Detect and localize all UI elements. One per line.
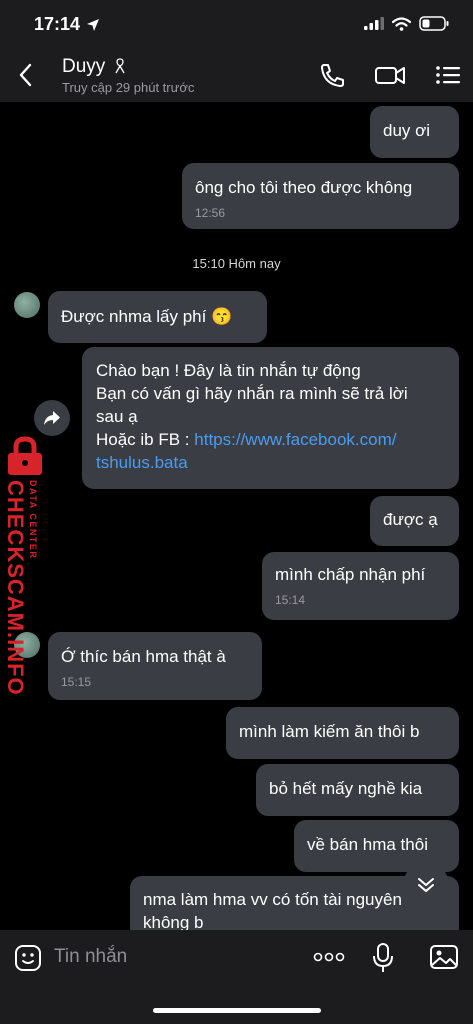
cellular-signal-icon (364, 17, 384, 30)
contact-status: Truy cập 29 phút trước (62, 80, 195, 95)
message-text-line: Hoặc ib FB : https://www.facebook.com/ (96, 428, 445, 451)
message-text: duy ơi (383, 121, 431, 140)
ribbon-icon (115, 58, 125, 74)
status-indicators (364, 16, 449, 31)
message-input-bar: Tin nhắn (0, 930, 473, 1024)
scroll-to-bottom-button[interactable] (403, 862, 449, 908)
message-input[interactable]: Tin nhắn (54, 946, 127, 968)
message-bubble-sent[interactable]: ông cho tôi theo được không 12:56 (182, 163, 459, 229)
day-separator: 15:10 Hôm nay (192, 256, 281, 271)
watermark: CHECKSCAM.INFO DATA CENTER (0, 340, 56, 696)
facebook-link[interactable]: https://www.facebook.com/ (194, 430, 396, 449)
message-time: 12:56 (195, 206, 226, 220)
chat-header: Duyy Truy cập 29 phút trước (0, 48, 473, 102)
message-bubble-sent-auto-reply[interactable]: Chào bạn ! Đây là tin nhắn tự động Bạn c… (82, 347, 459, 489)
avatar[interactable] (14, 292, 40, 318)
facebook-link-cont[interactable]: tshulus.bata (96, 453, 188, 472)
message-time: 15:15 (61, 675, 92, 689)
phone-call-icon[interactable] (318, 62, 346, 88)
message-text-line: sau ạ (96, 407, 138, 426)
message-bubble-received[interactable]: Ớ thíc bán hma thật à 15:15 (48, 632, 262, 700)
menu-list-icon[interactable] (434, 62, 462, 88)
video-call-icon[interactable] (374, 62, 406, 88)
sticker-icon[interactable] (14, 944, 42, 972)
message-text: về bán hma thôi (307, 835, 428, 854)
message-text: ông cho tôi theo được không (195, 178, 413, 197)
chat-area[interactable]: duy ơi ông cho tôi theo được không 12:56… (0, 102, 473, 930)
battery-icon (419, 16, 449, 31)
message-text: Được nhma lấy phí 😙 (61, 307, 233, 326)
message-text-line: Bạn có vấn gì hãy nhắn ra mình sẽ trả lờ… (96, 384, 408, 403)
message-text-line: tshulus.bata (96, 451, 445, 474)
message-text: mình làm kiếm ăn thôi b (239, 722, 420, 741)
image-gallery-icon[interactable] (429, 943, 459, 971)
message-bubble-received[interactable]: Được nhma lấy phí 😙 (48, 291, 267, 343)
location-arrow-icon (87, 19, 99, 31)
wifi-icon (392, 16, 411, 31)
message-bubble-sent[interactable]: mình làm kiếm ăn thôi b (226, 707, 459, 759)
message-bubble-sent[interactable]: duy ơi (370, 106, 459, 158)
watermark-tagline: DATA CENTER (28, 480, 38, 560)
double-chevron-down-icon (418, 878, 434, 892)
message-bubble-sent[interactable]: được ạ (370, 496, 459, 546)
message-text: Ớ thíc bán hma thật à (61, 647, 226, 666)
message-text: mình chấp nhận phí (275, 565, 426, 584)
message-text: Hoặc ib FB : (96, 430, 195, 449)
padlock-icon (8, 436, 42, 475)
status-time: 17:14 (34, 14, 81, 34)
microphone-icon[interactable] (372, 942, 394, 974)
contact-name[interactable]: Duyy (62, 56, 127, 78)
back-icon[interactable] (14, 60, 38, 90)
message-text: được ạ (383, 510, 438, 529)
contact-name-text: Duyy (62, 56, 106, 77)
watermark-brand: CHECKSCAM.INFO (3, 480, 28, 696)
home-indicator (153, 1008, 321, 1013)
message-bubble-sent[interactable]: mình chấp nhận phí 15:14 (262, 552, 459, 620)
status-bar: 17:14 (0, 0, 473, 48)
message-time: 15:14 (275, 593, 306, 607)
message-text-line: nma làm hma vv có tốn tài nguyên (143, 890, 402, 909)
message-text-line: Chào bạn ! Đây là tin nhắn tự động (96, 361, 361, 380)
more-options-icon[interactable] (313, 952, 345, 962)
message-text: bỏ hết mấy nghề kia (269, 779, 423, 798)
message-text-line: không b (143, 913, 204, 930)
message-bubble-sent[interactable]: bỏ hết mấy nghề kia (256, 764, 459, 816)
